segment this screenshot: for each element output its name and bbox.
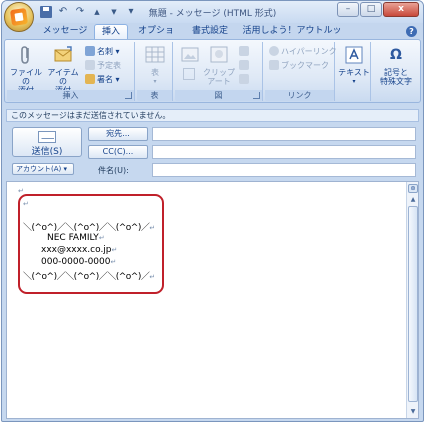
- cc-button[interactable]: CC(C)...: [88, 145, 148, 159]
- send-button[interactable]: 送信(S): [12, 127, 82, 157]
- scroll-up-icon[interactable]: ▲: [408, 195, 418, 205]
- calendar-icon: [85, 60, 95, 70]
- paperclip-icon: [15, 44, 37, 66]
- business-card-label: 名刺: [97, 47, 113, 56]
- hyperlink-label: ハイパーリンク: [281, 47, 337, 56]
- picture-icon: [179, 44, 201, 66]
- subject-label: 件名(U):: [98, 166, 129, 175]
- scroll-thumb[interactable]: [408, 206, 418, 402]
- text-label: テキスト: [338, 68, 370, 77]
- tab-format[interactable]: 書式設定: [186, 24, 234, 39]
- group-text: テキスト ▾: [337, 42, 371, 101]
- ruler-toggle-icon[interactable]: ⊜: [408, 184, 418, 193]
- clipart-button[interactable]: クリップ アート: [201, 44, 237, 86]
- group-table: 表 ▾ 表: [137, 42, 173, 101]
- close-button[interactable]: x: [383, 2, 419, 17]
- signature-button[interactable]: 署名 ▾: [85, 73, 120, 86]
- help-icon[interactable]: ?: [406, 26, 417, 37]
- hyperlink-button[interactable]: ハイパーリンク: [269, 45, 337, 58]
- group-symbols: Ω 記号と 特殊文字: [373, 42, 419, 101]
- shapes-button[interactable]: [239, 45, 251, 58]
- picture-button[interactable]: [179, 44, 199, 68]
- vertical-scrollbar[interactable]: ⊜ ▲ ▼: [406, 182, 418, 418]
- ribbon: ファイルの 添付 アイテムの 添付 名刺 ▾ 予定表 署名 ▾ 挿入: [4, 39, 421, 103]
- table-button[interactable]: 表 ▾: [141, 44, 169, 86]
- business-card-icon: [85, 46, 95, 56]
- scroll-down-icon[interactable]: ▼: [408, 407, 418, 417]
- smartart-button[interactable]: [239, 59, 251, 72]
- signature-icon: [85, 74, 95, 84]
- tab-outlook-tips[interactable]: 活用しよう！アウトルック: [240, 24, 344, 51]
- shapes-icon: [239, 46, 249, 56]
- cc-field[interactable]: [152, 145, 416, 159]
- signature-label: 署名: [97, 75, 113, 84]
- group-illustrations-launcher-icon[interactable]: [253, 92, 260, 99]
- group-table-label: 表: [137, 90, 172, 101]
- maximize-button[interactable]: □: [360, 2, 382, 17]
- business-card-button[interactable]: 名刺 ▾: [85, 45, 120, 58]
- table-dropdown-icon: ▾: [153, 78, 157, 85]
- chart-button[interactable]: [179, 68, 199, 82]
- symbols-label: 記号と 特殊文字: [380, 68, 412, 86]
- attach-file-button[interactable]: ファイルの 添付: [9, 44, 43, 95]
- to-button[interactable]: 宛先...: [88, 127, 148, 141]
- attach-item-button[interactable]: アイテムの 添付: [45, 44, 81, 95]
- info-bar: このメッセージはまだ送信されていません。: [6, 109, 419, 122]
- text-box-icon: [343, 44, 365, 66]
- chart-small-icon: [239, 74, 249, 84]
- minimize-button[interactable]: –: [337, 2, 359, 17]
- group-insert-label: 挿入: [7, 90, 134, 101]
- table-icon: [144, 44, 166, 66]
- ribbon-tabs: メッセージ 挿入 オプション 書式設定 活用しよう！アウトルック ?: [2, 23, 423, 51]
- text-dropdown-icon: ▾: [352, 78, 356, 85]
- to-field[interactable]: [152, 127, 416, 141]
- smartart-icon: [239, 60, 249, 70]
- signature-highlight-outline: [18, 194, 164, 294]
- group-illustrations: クリップ アート 図: [175, 42, 263, 101]
- office-button[interactable]: [4, 2, 34, 32]
- message-body-editor[interactable]: ↵ ↵ ＼(^o^)／＼(^o^)／＼(^o^)／↵ NEC FAMILY↵ x…: [6, 181, 419, 419]
- symbols-button[interactable]: Ω 記号と 特殊文字: [375, 44, 417, 86]
- globe-link-icon: [269, 46, 279, 56]
- clipart-icon: [208, 44, 230, 66]
- chart-small-button[interactable]: [239, 73, 251, 86]
- group-links-label: リンク: [265, 90, 334, 101]
- clipart-label: クリップ アート: [203, 68, 235, 86]
- group-illustrations-label: 図: [175, 90, 262, 101]
- bookmark-button[interactable]: ブックマーク: [269, 59, 329, 72]
- outlook-message-window: ↶ ↷ ▲ ▼ ▾ 無題 - メッセージ (HTML 形式) – □ x メッセ…: [1, 0, 424, 422]
- tab-message[interactable]: メッセージ: [40, 24, 90, 39]
- envelope-icon: [52, 44, 74, 66]
- calendar-button[interactable]: 予定表: [85, 59, 121, 72]
- subject-field[interactable]: [152, 163, 416, 177]
- group-links: ハイパーリンク ブックマーク リンク: [265, 42, 337, 101]
- text-button[interactable]: テキスト ▾: [338, 44, 370, 86]
- omega-icon: Ω: [390, 47, 402, 63]
- calendar-label: 予定表: [97, 61, 121, 70]
- office-logo-icon: [9, 7, 29, 27]
- send-label: 送信(S): [31, 147, 63, 157]
- window-controls: – □ x: [337, 2, 419, 17]
- bookmark-icon: [269, 60, 279, 70]
- account-button[interactable]: アカウント(A) ▾: [12, 163, 74, 175]
- table-label: 表: [151, 68, 159, 77]
- group-insert-launcher-icon[interactable]: [125, 92, 132, 99]
- group-insert: ファイルの 添付 アイテムの 添付 名刺 ▾ 予定表 署名 ▾ 挿入: [7, 42, 135, 101]
- chart-icon: [183, 68, 195, 80]
- tab-options[interactable]: オプション: [134, 24, 178, 51]
- send-envelope-icon: [38, 131, 56, 143]
- title-bar: ↶ ↷ ▲ ▼ ▾ 無題 - メッセージ (HTML 形式) – □ x: [2, 1, 423, 23]
- bookmark-label: ブックマーク: [281, 61, 329, 70]
- tab-insert[interactable]: 挿入: [94, 24, 128, 39]
